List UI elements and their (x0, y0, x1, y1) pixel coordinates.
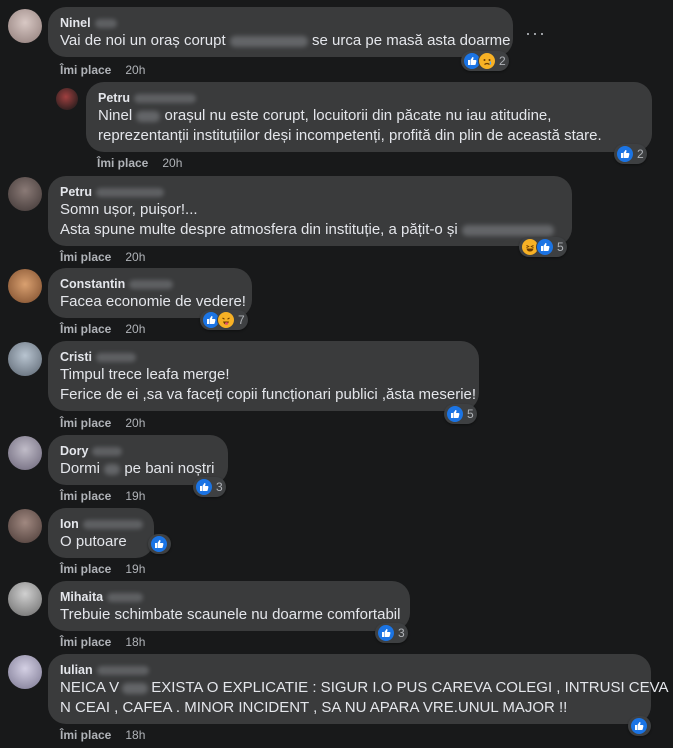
comment-time[interactable]: 18h (125, 635, 145, 649)
comment-text: NEICA V EXISTA O EXPLICATIE : SIGUR I.O P… (60, 679, 673, 696)
comment-text: Somn ușor, puișor!... (60, 201, 198, 218)
tongue-reaction-icon (217, 311, 235, 329)
comment-text: Timpul trece leafa merge! (60, 366, 230, 383)
comment-bubble: Ninel Vai de noi un oraș corupt se urca … (48, 7, 513, 57)
comment-meta: Îmi place 19h (60, 562, 145, 576)
reaction-summary[interactable]: 2 (461, 51, 509, 71)
comment-bubble: Petru Ninel orașul nu este corupt, locui… (86, 82, 652, 152)
comment-text: N CEAI , CAFEA . MINOR INCIDENT , SA NU … (60, 699, 568, 716)
comment-bubble: Cristi Timpul trece leafa merge! Ferice … (48, 341, 479, 411)
reaction-count: 2 (637, 147, 644, 161)
avatar[interactable] (8, 342, 42, 376)
like-reaction-icon (377, 624, 395, 642)
comment-meta: Îmi place 20h (97, 156, 182, 170)
comment-author[interactable]: Petru (98, 90, 640, 106)
comment-text: Trebuie schimbate scaunele nu doarme com… (60, 606, 401, 623)
reaction-summary[interactable]: 5 (444, 404, 477, 424)
like-link[interactable]: Îmi place (97, 156, 148, 170)
avatar[interactable] (8, 582, 42, 616)
like-link[interactable]: Îmi place (60, 728, 111, 742)
comment-author[interactable]: Constantin (60, 276, 240, 292)
avatar[interactable] (8, 177, 42, 211)
comment-text: Facea economie de vedere! (60, 293, 246, 310)
comment-bubble: Iulian NEICA V EXISTA O EXPLICATIE : SIGU… (48, 654, 673, 724)
avatar[interactable] (8, 509, 42, 543)
like-reaction-icon (630, 717, 648, 735)
reaction-summary[interactable]: 5 (519, 237, 567, 257)
comment-time[interactable]: 20h (125, 322, 145, 336)
comment-meta: Îmi place 20h (60, 250, 145, 264)
comment-time[interactable]: 20h (162, 156, 182, 170)
like-reaction-icon (150, 535, 168, 553)
reaction-count: 3 (216, 480, 223, 494)
reaction-count: 3 (398, 626, 405, 640)
comment-text: Ninel orașul nu este corupt, locuitorii … (98, 107, 552, 124)
reaction-summary[interactable] (628, 716, 651, 736)
like-link[interactable]: Îmi place (60, 562, 111, 576)
comment-text: Asta spune multe despre atmosfera din in… (60, 220, 560, 240)
comment-meta: Îmi place 18h (60, 635, 145, 649)
comment-time[interactable]: 20h (125, 250, 145, 264)
comment-author[interactable]: Cristi (60, 349, 467, 365)
reaction-count: 2 (499, 54, 506, 68)
reaction-summary[interactable]: 3 (193, 477, 226, 497)
comment-text: Vai de noi un oraș corupt se urca pe mas… (60, 32, 511, 49)
reaction-summary[interactable] (148, 534, 171, 554)
comment-time[interactable]: 19h (125, 489, 145, 503)
comment-time[interactable]: 20h (125, 416, 145, 430)
comment-bubble: Ion O putoare (48, 508, 154, 558)
comment-bubble: Petru Somn ușor, puișor!... Asta spune m… (48, 176, 572, 246)
reaction-count: 5 (467, 407, 474, 421)
avatar[interactable] (8, 9, 42, 43)
comment-meta: Îmi place 18h (60, 728, 145, 742)
like-link[interactable]: Îmi place (60, 63, 111, 77)
like-reaction-icon (195, 478, 213, 496)
comment-author[interactable]: Dory (60, 443, 216, 459)
comment-author[interactable]: Petru (60, 184, 560, 200)
reaction-summary[interactable]: 2 (614, 144, 647, 164)
comment-bubble: Mihaita Trebuie schimbate scaunele nu do… (48, 581, 410, 631)
comment-text: Dormi pe bani noștri (60, 460, 215, 477)
avatar[interactable] (8, 655, 42, 689)
comment-meta: Îmi place 20h (60, 63, 145, 77)
reaction-count: 7 (238, 313, 245, 327)
reaction-summary[interactable]: 3 (375, 623, 408, 643)
comment-author[interactable]: Ninel (60, 15, 501, 31)
comment-text: Ferice de ei ,sa va faceți copii funcțio… (60, 386, 477, 403)
comment-time[interactable]: 18h (125, 728, 145, 742)
like-reaction-icon (446, 405, 464, 423)
reaction-summary[interactable]: 7 (200, 310, 248, 330)
avatar[interactable] (56, 88, 78, 110)
comment-meta: Îmi place 20h (60, 416, 145, 430)
like-link[interactable]: Îmi place (60, 635, 111, 649)
comment-meta: Îmi place 20h (60, 322, 145, 336)
comment-time[interactable]: 19h (125, 562, 145, 576)
comment-meta: Îmi place 19h (60, 489, 145, 503)
like-link[interactable]: Îmi place (60, 416, 111, 430)
like-link[interactable]: Îmi place (60, 322, 111, 336)
like-link[interactable]: Îmi place (60, 250, 111, 264)
comment-author[interactable]: Ion (60, 516, 143, 532)
avatar[interactable] (8, 436, 42, 470)
comment-text: reprezentanții instituțiilor deși incomp… (98, 127, 602, 144)
like-reaction-icon (536, 238, 554, 256)
avatar[interactable] (8, 269, 42, 303)
comment-author[interactable]: Iulian (60, 662, 639, 678)
reaction-count: 5 (557, 240, 564, 254)
like-link[interactable]: Îmi place (60, 489, 111, 503)
comment-author[interactable]: Mihaita (60, 589, 398, 605)
like-reaction-icon (616, 145, 634, 163)
more-options-icon[interactable]: ··· (525, 23, 546, 44)
sad-reaction-icon (478, 52, 496, 70)
comment-text: O putoare (60, 533, 127, 550)
comment-time[interactable]: 20h (125, 63, 145, 77)
